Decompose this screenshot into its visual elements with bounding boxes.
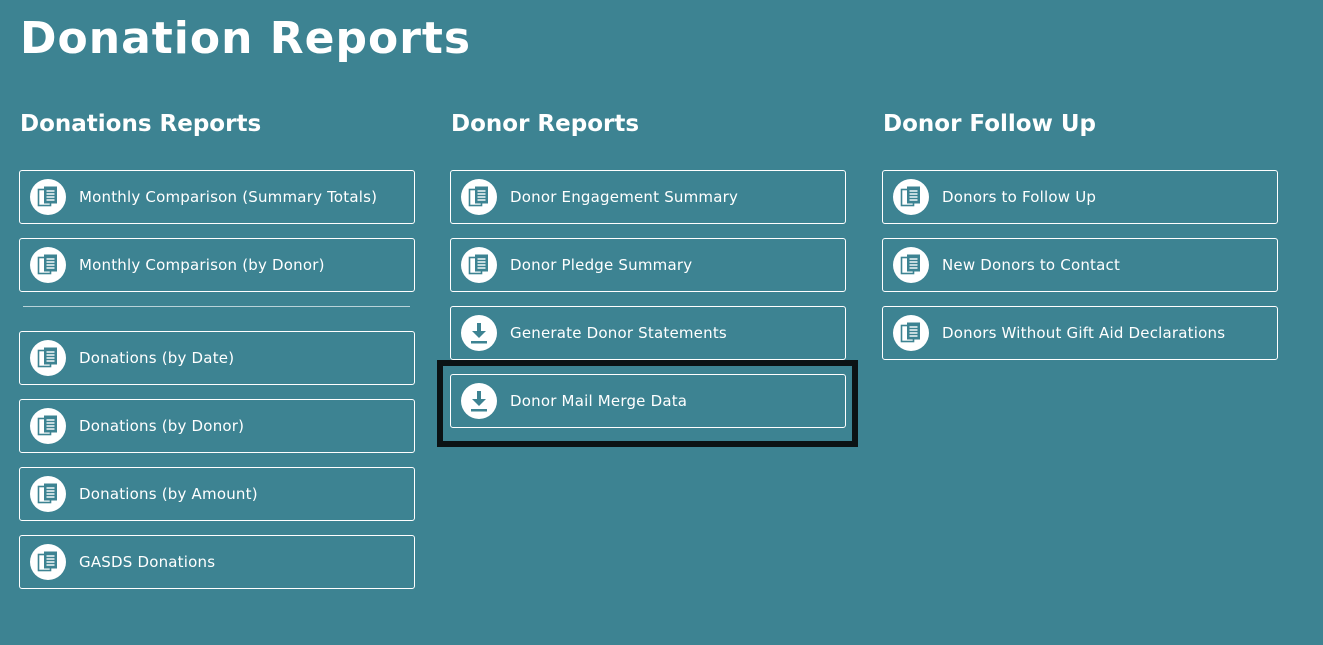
report-label: Generate Donor Statements — [510, 324, 727, 342]
section-divider — [23, 306, 410, 307]
column-donations-reports: Donations Reports Monthly Comparison (Su… — [19, 108, 415, 603]
report-icon — [30, 408, 66, 444]
report-label: GASDS Donations — [79, 553, 216, 571]
report-label: Monthly Comparison (by Donor) — [79, 256, 325, 274]
report-icon — [30, 247, 66, 283]
report-donor-engagement-summary[interactable]: Donor Engagement Summary — [450, 170, 846, 224]
report-label: Donor Pledge Summary — [510, 256, 693, 274]
report-icon — [30, 179, 66, 215]
download-icon — [461, 315, 497, 351]
donation-reports-page: Donation Reports Donations Reports Month… — [0, 0, 1323, 645]
section-heading-donor-follow-up: Donor Follow Up — [883, 111, 1096, 137]
report-icon — [461, 179, 497, 215]
report-generate-donor-statements[interactable]: Generate Donor Statements — [450, 306, 846, 360]
report-icon — [893, 315, 929, 351]
report-label: New Donors to Contact — [942, 256, 1121, 274]
report-icon — [893, 247, 929, 283]
report-new-donors-to-contact[interactable]: New Donors to Contact — [882, 238, 1278, 292]
report-donor-mail-merge-data[interactable]: Donor Mail Merge Data — [450, 374, 846, 428]
report-icon — [461, 247, 497, 283]
column-donor-follow-up: Donor Follow Up Donors to Follow Up New … — [882, 108, 1278, 374]
download-icon — [461, 383, 497, 419]
report-icon — [893, 179, 929, 215]
report-donors-to-follow-up[interactable]: Donors to Follow Up — [882, 170, 1278, 224]
report-donor-pledge-summary[interactable]: Donor Pledge Summary — [450, 238, 846, 292]
report-gasds-donations[interactable]: GASDS Donations — [19, 535, 415, 589]
report-label: Monthly Comparison (Summary Totals) — [79, 188, 378, 206]
report-list-donations: Monthly Comparison (Summary Totals) Mont… — [19, 170, 415, 589]
report-label: Donors Without Gift Aid Declarations — [942, 324, 1226, 342]
report-donations-by-donor[interactable]: Donations (by Donor) — [19, 399, 415, 453]
report-label: Donations (by Date) — [79, 349, 235, 367]
report-list-follow-up: Donors to Follow Up New Donors to Contac… — [882, 170, 1278, 360]
section-heading-donor-reports: Donor Reports — [451, 111, 640, 137]
report-monthly-comparison-by-donor[interactable]: Monthly Comparison (by Donor) — [19, 238, 415, 292]
report-monthly-comparison-summary-totals[interactable]: Monthly Comparison (Summary Totals) — [19, 170, 415, 224]
section-heading-donations-reports: Donations Reports — [20, 111, 262, 137]
report-donors-without-gift-aid-declarations[interactable]: Donors Without Gift Aid Declarations — [882, 306, 1278, 360]
report-label: Donor Mail Merge Data — [510, 392, 688, 410]
report-label: Donations (by Amount) — [79, 485, 258, 503]
report-icon — [30, 544, 66, 580]
report-label: Donations (by Donor) — [79, 417, 245, 435]
report-label: Donors to Follow Up — [942, 188, 1097, 206]
report-donations-by-date[interactable]: Donations (by Date) — [19, 331, 415, 385]
page-title: Donation Reports — [20, 13, 472, 64]
report-icon — [30, 476, 66, 512]
report-list-donor: Donor Engagement Summary Donor Pledge Su… — [450, 170, 846, 428]
report-icon — [30, 340, 66, 376]
report-donations-by-amount[interactable]: Donations (by Amount) — [19, 467, 415, 521]
report-label: Donor Engagement Summary — [510, 188, 739, 206]
column-donor-reports: Donor Reports Donor Engagement Summary D… — [450, 108, 846, 442]
